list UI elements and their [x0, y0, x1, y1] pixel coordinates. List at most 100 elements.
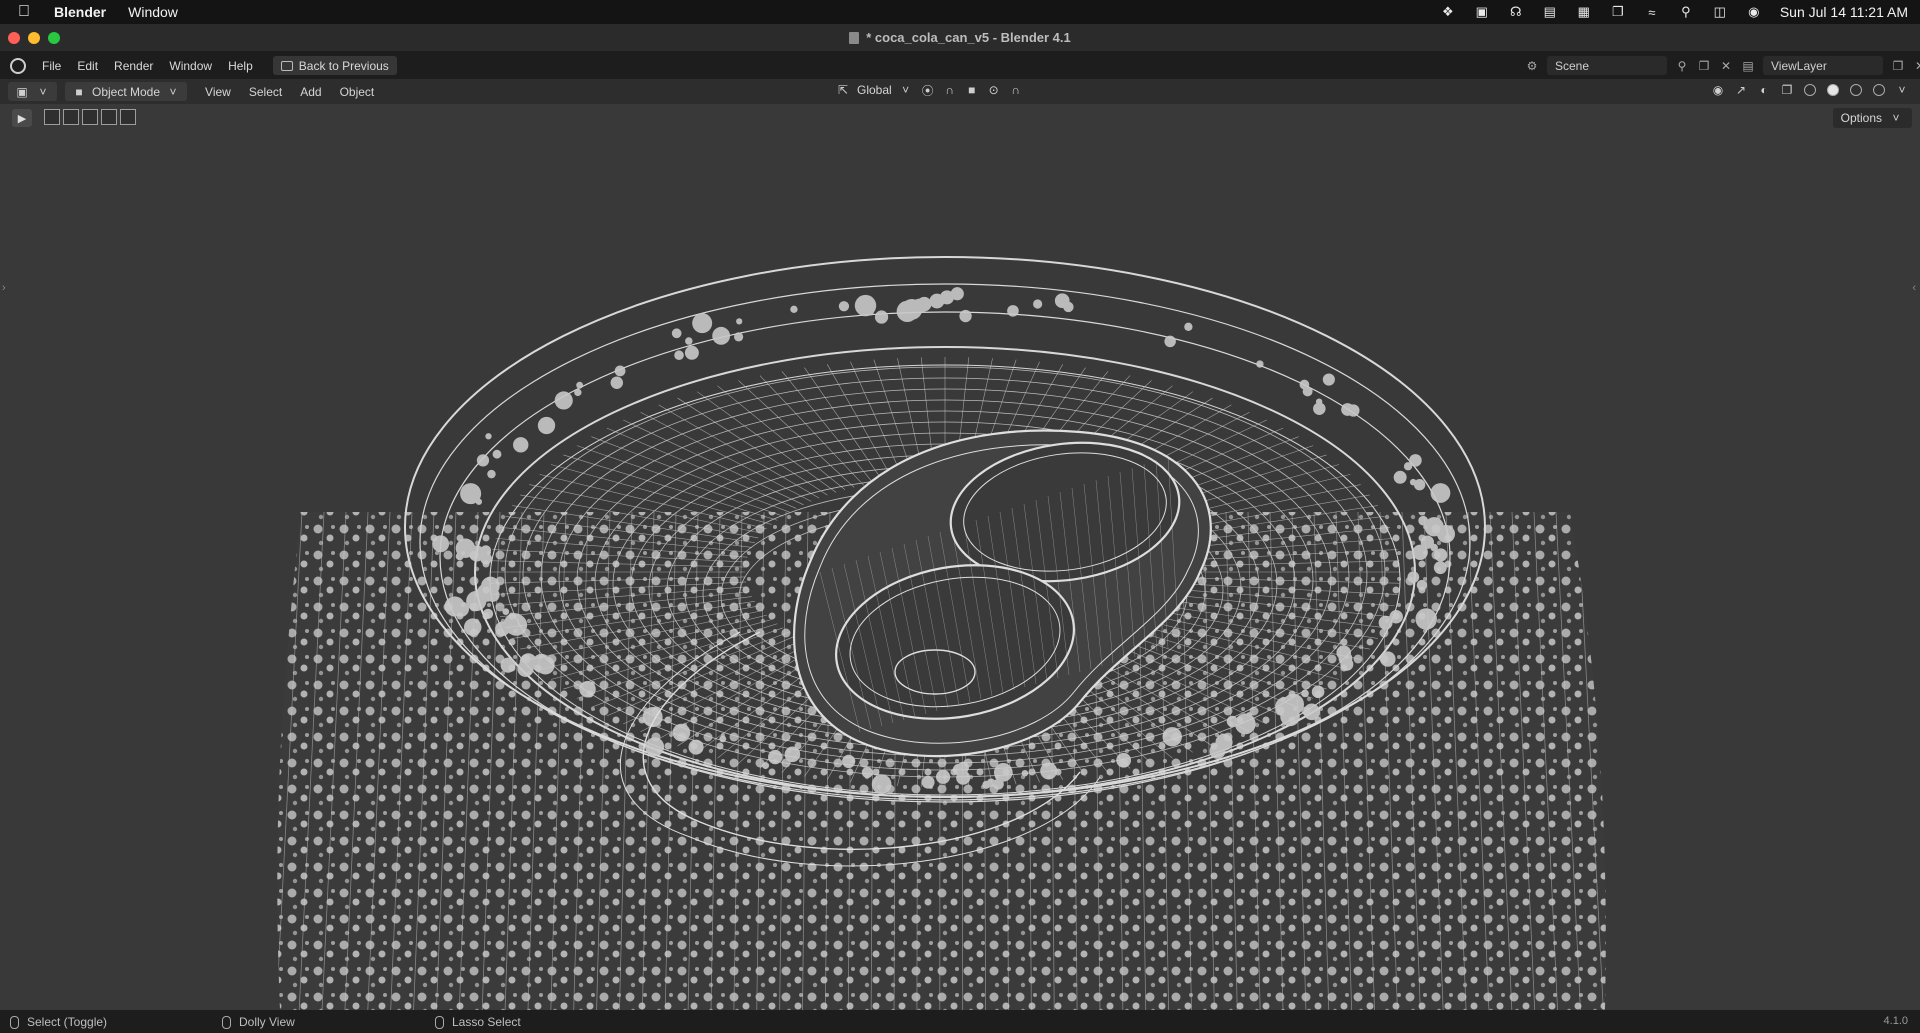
water-droplet [1234, 713, 1256, 735]
blender-logo-icon[interactable] [10, 57, 26, 74]
water-droplet [674, 350, 684, 361]
wireframe-shading-icon[interactable] [1802, 82, 1818, 98]
xray-icon[interactable]: ❐ [1779, 82, 1795, 98]
water-droplet [1303, 703, 1321, 721]
proportional-editing-icon[interactable]: ⊙ [986, 82, 1002, 98]
menu-add[interactable]: Add [300, 85, 321, 99]
select-intersect-icon[interactable] [120, 109, 136, 125]
solid-shading-icon[interactable] [1825, 82, 1841, 98]
water-droplet [950, 287, 964, 301]
new-scene-icon[interactable]: ❐ [1697, 59, 1711, 73]
snap-target-icon[interactable]: ■ [964, 82, 980, 98]
siri-icon[interactable]: ◉ [1746, 4, 1762, 19]
water-droplet [610, 376, 624, 389]
menu-window[interactable]: Window [169, 59, 212, 73]
menu-file[interactable]: File [42, 59, 61, 73]
water-droplet [688, 739, 704, 755]
menu-object[interactable]: Object [340, 85, 375, 99]
water-droplet [645, 737, 665, 757]
pivot-point-icon[interactable]: ⦿ [920, 82, 936, 98]
water-droplet [1437, 524, 1456, 543]
delete-scene-icon[interactable]: ✕ [1719, 59, 1733, 73]
water-droplet [614, 365, 626, 377]
scene-field[interactable]: Scene [1547, 56, 1667, 75]
water-droplet [1413, 479, 1426, 491]
water-droplet [1313, 402, 1326, 415]
water-droplet [917, 296, 932, 312]
menu-help[interactable]: Help [228, 59, 253, 73]
scene-icon[interactable]: ⚙ [1525, 59, 1539, 73]
viewlayer-icon[interactable]: ▤ [1741, 59, 1755, 73]
snap-icon[interactable]: ∩ [942, 82, 958, 98]
delete-viewlayer-icon[interactable]: ✕ [1913, 59, 1920, 73]
water-droplet [537, 416, 556, 435]
menu-bar-clock[interactable]: Sun Jul 14 11:21 AM [1780, 4, 1908, 20]
water-droplet [505, 614, 528, 636]
3d-viewport[interactable]: › ‹ [0, 132, 1920, 1010]
material-shading-icon[interactable] [1848, 82, 1864, 98]
new-viewlayer-icon[interactable]: ❐ [1891, 59, 1905, 73]
viewlayer-field[interactable]: ViewLayer [1763, 56, 1883, 75]
water-droplet [982, 780, 991, 789]
water-droplet [1393, 470, 1407, 484]
screen-record-icon[interactable]: ▣ [1474, 4, 1490, 19]
options-dropdown[interactable]: Options ˅ [1832, 108, 1912, 128]
close-window-button[interactable] [8, 32, 20, 44]
menu-view[interactable]: View [205, 85, 231, 99]
menu-bar-status-area: ❖ ▣ ☊ ▤ ▦ ❐ ≈ ⚲ ◫ ◉ Sun Jul 14 11:21 AM [1440, 0, 1908, 24]
blender-version: 4.1.0 [1883, 1015, 1908, 1027]
select-invert-icon[interactable] [101, 109, 117, 125]
menu-select[interactable]: Select [249, 85, 282, 99]
water-droplet [1415, 608, 1437, 630]
menu-render[interactable]: Render [114, 59, 153, 73]
water-droplet [492, 449, 502, 459]
control-center-icon[interactable]: ◫ [1712, 4, 1728, 19]
status-select-toggle-label: Select (Toggle) [27, 1015, 108, 1029]
select-extend-icon[interactable] [63, 109, 79, 125]
editor-type-dropdown[interactable]: ▣ ˅ [8, 82, 57, 101]
pin-icon[interactable]: ⚲ [1675, 59, 1689, 73]
window-icon[interactable]: ❐ [1610, 4, 1626, 19]
select-tool-icon[interactable]: ▶ [12, 109, 32, 127]
search-icon[interactable]: ⚲ [1678, 4, 1694, 19]
sidebar-icon[interactable]: ▤ [1542, 4, 1558, 19]
rendered-shading-icon[interactable] [1871, 82, 1887, 98]
object-mode-icon: ■ [75, 84, 83, 99]
app-menu-blender[interactable]: Blender [54, 4, 106, 20]
water-droplet [444, 596, 465, 617]
select-subtract-icon[interactable] [82, 109, 98, 125]
object-mode-dropdown[interactable]: ■ Object Mode ˅ [65, 82, 188, 101]
object-visibility-icon[interactable]: ◉ [1710, 82, 1726, 98]
water-droplet [1311, 685, 1325, 699]
menu-window[interactable]: Window [128, 4, 178, 20]
water-droplet [867, 308, 874, 316]
viewport-header: ▣ ˅ ■ Object Mode ˅ View Select Add Obje… [0, 79, 1920, 104]
chevron-down-icon[interactable]: ˅ [1894, 82, 1910, 98]
tool-settings-row: ▶ Options ˅ [0, 104, 1920, 132]
chevron-down-icon: ˅ [1892, 111, 1900, 125]
minimize-window-button[interactable] [28, 32, 40, 44]
water-droplet [671, 328, 682, 339]
zoom-window-button[interactable] [48, 32, 60, 44]
scene-viewlayer-area: ⚙ Scene ⚲ ❐ ✕ ▤ ViewLayer ❐ ✕ [1525, 56, 1920, 75]
falloff-icon[interactable]: ∩ [1008, 82, 1024, 98]
stage-manager-icon[interactable]: ▦ [1576, 4, 1592, 19]
menu-edit[interactable]: Edit [77, 59, 98, 73]
wifi-icon[interactable]: ≈ [1644, 5, 1660, 20]
water-droplet [1407, 571, 1420, 583]
scene-field-value: Scene [1555, 58, 1590, 73]
water-droplet [1403, 462, 1413, 471]
transform-orientation-icon: ⇱ [837, 83, 849, 97]
apple-menu-icon[interactable]:  [18, 3, 40, 21]
overlays-icon[interactable]: ◐ [1756, 82, 1772, 98]
headphones-icon[interactable]: ☊ [1508, 4, 1524, 19]
transform-orientation-dropdown[interactable]: Global [857, 83, 892, 97]
back-to-previous-button[interactable]: Back to Previous [272, 56, 397, 75]
gizmo-icon[interactable]: ↗ [1733, 82, 1749, 98]
body-mesh-line [277, 512, 281, 1010]
dropbox-icon[interactable]: ❖ [1440, 4, 1456, 19]
lid-radial-line [717, 385, 846, 490]
document-icon [849, 31, 860, 44]
select-new-icon[interactable] [44, 109, 60, 125]
3d-viewport-icon: ▣ [16, 84, 28, 99]
